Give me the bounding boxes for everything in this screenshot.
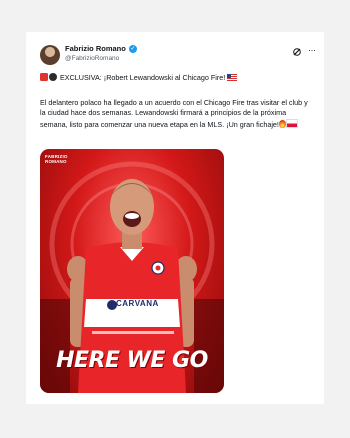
- tweet-card: Fabrizio Romano ✓ @FabrizioRomano ··· EX…: [26, 32, 324, 404]
- author-name-row: Fabrizio Romano ✓: [65, 44, 137, 53]
- tweet-body: El delantero polaco ha llegado a un acue…: [40, 98, 314, 130]
- author-name[interactable]: Fabrizio Romano: [65, 44, 126, 53]
- body-text: El delantero polaco ha llegado a un acue…: [40, 98, 308, 129]
- tweet-headline: EXCLUSIVA: ¡Robert Lewandowski al Chicag…: [40, 73, 310, 83]
- headline-text: EXCLUSIVA: ¡Robert Lewandowski al Chicag…: [60, 73, 226, 82]
- grok-icon[interactable]: [292, 47, 302, 57]
- poster-brand-tag: FABRIZIO ROMANO: [45, 154, 68, 164]
- verified-badge-icon: ✓: [128, 44, 137, 53]
- author-avatar[interactable]: [40, 45, 60, 65]
- tweet-media-image[interactable]: FABRIZIO ROMANO CARVANA HERE WE GO: [40, 149, 224, 393]
- more-options-icon[interactable]: ···: [308, 45, 316, 55]
- siren-emoji-icon: [40, 73, 48, 81]
- jersey-sponsor: CARVANA: [116, 299, 159, 308]
- bomb-emoji-icon: [49, 73, 57, 81]
- poster-slogan: HERE WE GO: [56, 348, 208, 373]
- poland-flag-emoji-icon: [285, 118, 298, 128]
- poster-brand-line2: ROMANO: [45, 159, 67, 164]
- fire-emoji-icon: [278, 119, 286, 128]
- author-handle[interactable]: @FabrizioRomano: [65, 55, 119, 62]
- us-flag-emoji-icon: [227, 74, 238, 81]
